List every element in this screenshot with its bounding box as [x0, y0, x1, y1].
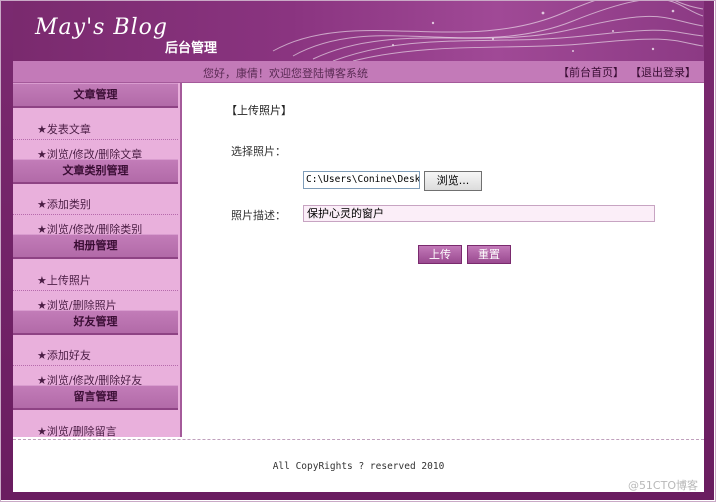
welcome-text: 您好，康倩！欢迎您登陆博客系统	[203, 67, 368, 80]
page-title: 【上传照片】	[226, 104, 292, 117]
sidebar-section-friends: 好友管理	[13, 310, 178, 335]
photo-description-label: 照片描述：	[231, 209, 286, 222]
divider	[13, 139, 178, 140]
top-bar: 您好，康倩！欢迎您登陆博客系统 【前台首页】 【退出登录】	[13, 61, 704, 83]
select-photo-label: 选择照片：	[231, 145, 286, 158]
sidebar-section-album: 相册管理	[13, 234, 178, 259]
divider	[13, 214, 178, 215]
photo-description-input[interactable]: 保护心灵的窗户	[303, 205, 655, 222]
left-border	[1, 1, 13, 493]
watermark-text: @51CTO博客	[627, 479, 698, 492]
sidebar-section-articles: 文章管理	[13, 83, 178, 108]
divider	[13, 365, 178, 366]
browse-button[interactable]: 浏览...	[424, 171, 482, 191]
sidebar-section-messages: 留言管理	[13, 385, 178, 410]
sidebar-item-publish-article[interactable]: ★发表文章	[37, 121, 91, 137]
footer: All CopyRights ? reserved 2010 @51CTO博客	[13, 440, 704, 492]
logo-subtitle: 后台管理	[165, 41, 218, 56]
sidebar-item-upload-photo[interactable]: ★上传照片	[37, 272, 91, 288]
top-links: 【前台首页】 【退出登录】	[558, 64, 696, 80]
copyright-text: All CopyRights ? reserved 2010	[272, 461, 445, 472]
sidebar-item-add-friend[interactable]: ★添加好友	[37, 347, 91, 363]
main-content: 【上传照片】 选择照片： C:\Users\Conine\Deskt 浏览...…	[182, 83, 704, 437]
reset-button[interactable]: 重置	[467, 245, 511, 264]
upload-button[interactable]: 上传	[418, 245, 462, 264]
photo-file-input[interactable]: C:\Users\Conine\Deskt	[303, 171, 420, 189]
header-banner: May's Blog 后台管理	[13, 1, 704, 61]
front-page-link[interactable]: 【前台首页】	[558, 64, 624, 80]
bottom-border	[1, 492, 714, 500]
logo-script: May's Blog	[35, 15, 168, 40]
sidebar-item-manage-messages[interactable]: ★浏览/删除留言	[37, 423, 117, 439]
sidebar: 文章管理 ★发表文章 ★浏览/修改/删除文章 文章类别管理 ★添加类别 ★浏览/…	[13, 83, 182, 439]
right-border	[704, 1, 714, 493]
sidebar-item-add-category[interactable]: ★添加类别	[37, 196, 91, 212]
sidebar-section-categories: 文章类别管理	[13, 159, 178, 184]
divider	[13, 290, 178, 291]
logout-link[interactable]: 【退出登录】	[630, 64, 696, 80]
